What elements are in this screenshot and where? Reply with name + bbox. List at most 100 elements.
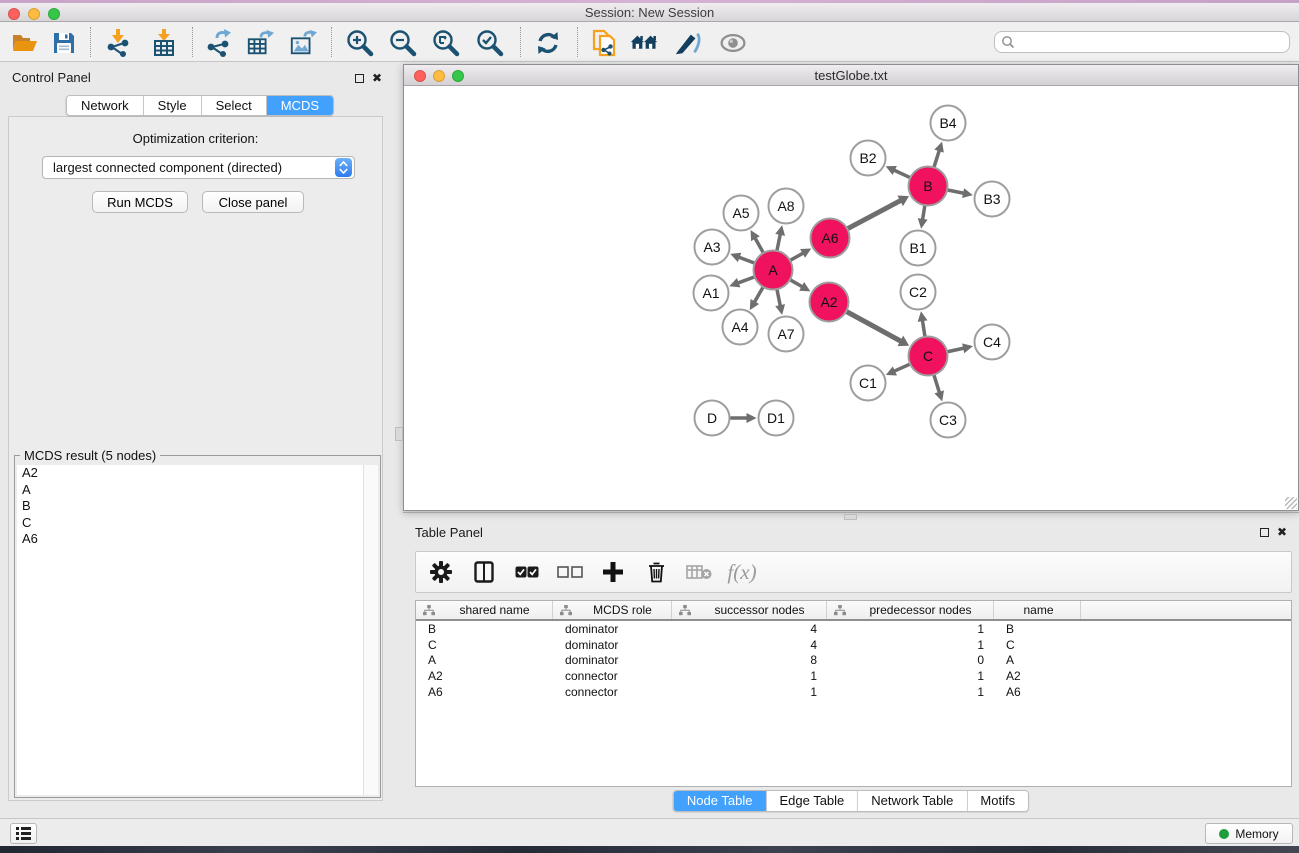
window-resize-handle[interactable]: [1285, 497, 1297, 509]
task-history-button[interactable]: [10, 823, 37, 844]
mcds-result-item[interactable]: A: [17, 482, 363, 499]
cell-shared-name[interactable]: A: [416, 653, 553, 667]
horizontal-split-handle[interactable]: [844, 514, 857, 520]
edge-C-C3[interactable]: [933, 373, 940, 394]
network-window-titlebar[interactable]: testGlobe.txt: [404, 65, 1298, 86]
export-network-icon[interactable]: [204, 29, 232, 57]
column-header-shared-name[interactable]: shared name: [416, 601, 553, 619]
cell-successor-nodes[interactable]: 8: [672, 653, 827, 667]
table-row[interactable]: Cdominator41C: [416, 637, 1291, 653]
graph-node-C4[interactable]: C4: [975, 325, 1010, 360]
cell-shared-name[interactable]: A2: [416, 669, 553, 683]
cell-predecessor-nodes[interactable]: 1: [827, 669, 994, 683]
open-file-icon[interactable]: [10, 29, 38, 57]
mcds-result-item[interactable]: A2: [17, 465, 363, 482]
tab-node-table[interactable]: Node Table: [674, 791, 767, 811]
tab-edge-table[interactable]: Edge Table: [766, 791, 858, 811]
edge-A-A3[interactable]: [738, 257, 757, 264]
edge-B-B4[interactable]: [933, 149, 939, 169]
export-table-icon[interactable]: [246, 29, 274, 57]
edge-B-B3[interactable]: [945, 189, 965, 193]
mcds-result-scrollbar[interactable]: [363, 465, 378, 795]
graph-node-B3[interactable]: B3: [975, 182, 1010, 217]
graph-node-C2[interactable]: C2: [901, 275, 936, 310]
cell-name[interactable]: A6: [994, 685, 1081, 699]
cell-shared-name[interactable]: B: [416, 622, 553, 636]
close-table-panel-icon[interactable]: ✖: [1277, 526, 1287, 538]
column-header-mcds-role[interactable]: MCDS role: [553, 601, 672, 619]
new-network-from-selection-icon[interactable]: [591, 29, 619, 57]
graph-node-C1[interactable]: C1: [851, 366, 886, 401]
graph-node-C[interactable]: C: [909, 337, 948, 376]
float-panel-icon[interactable]: [355, 74, 364, 83]
edge-C-C4[interactable]: [945, 348, 965, 352]
network-canvas[interactable]: B4B2BB3A8A5A6A3B1AA1C2A2A4A7C4CC1DD1C3: [405, 87, 1297, 510]
cell-successor-nodes[interactable]: 1: [672, 669, 827, 683]
network-zoom-button[interactable]: [452, 70, 464, 82]
edge-A6-B[interactable]: [845, 200, 901, 230]
search-field[interactable]: [994, 31, 1290, 53]
show-graphics-details-icon[interactable]: [719, 29, 747, 57]
tab-network-table[interactable]: Network Table: [858, 791, 967, 811]
cell-predecessor-nodes[interactable]: 1: [827, 638, 994, 652]
edge-B-B2[interactable]: [893, 170, 912, 179]
import-table-icon[interactable]: [150, 29, 178, 57]
cell-mcds-role[interactable]: dominator: [553, 653, 672, 667]
criterion-dropdown[interactable]: largest connected component (directed): [42, 156, 355, 179]
vertical-split-handle[interactable]: [395, 427, 403, 441]
tab-style[interactable]: Style: [144, 96, 202, 115]
table-row[interactable]: A6connector11A6: [416, 684, 1291, 700]
function-builder-icon[interactable]: f(x): [729, 559, 755, 585]
cell-predecessor-nodes[interactable]: 1: [827, 685, 994, 699]
edge-A-A5[interactable]: [754, 237, 764, 255]
graph-node-A8[interactable]: A8: [769, 189, 804, 224]
network-close-button[interactable]: [414, 70, 426, 82]
graph-node-B1[interactable]: B1: [901, 231, 936, 266]
cell-name[interactable]: A2: [994, 669, 1081, 683]
zoom-selected-icon[interactable]: [476, 29, 504, 57]
graph-node-A3[interactable]: A3: [695, 230, 730, 265]
cell-mcds-role[interactable]: connector: [553, 669, 672, 683]
close-window-button[interactable]: [8, 8, 20, 20]
graph-node-B2[interactable]: B2: [851, 141, 886, 176]
run-mcds-button[interactable]: Run MCDS: [92, 191, 188, 213]
cell-name[interactable]: A: [994, 653, 1081, 667]
close-panel-icon[interactable]: ✖: [372, 72, 382, 84]
cell-shared-name[interactable]: C: [416, 638, 553, 652]
cell-name[interactable]: C: [994, 638, 1081, 652]
mcds-result-list[interactable]: A2ABCA6: [17, 465, 363, 795]
graph-node-A[interactable]: A: [754, 251, 793, 290]
column-header-successor-nodes[interactable]: successor nodes: [672, 601, 827, 619]
table-row[interactable]: A2connector11A2: [416, 668, 1291, 684]
edge-C-C1[interactable]: [893, 363, 912, 372]
cell-mcds-role[interactable]: dominator: [553, 622, 672, 636]
cell-mcds-role[interactable]: dominator: [553, 638, 672, 652]
edge-A2-C[interactable]: [844, 310, 902, 341]
graph-node-D[interactable]: D: [695, 401, 730, 436]
cell-predecessor-nodes[interactable]: 0: [827, 653, 994, 667]
edge-A-A1[interactable]: [737, 276, 757, 283]
mcds-result-item[interactable]: B: [17, 498, 363, 515]
network-minimize-button[interactable]: [433, 70, 445, 82]
tab-select[interactable]: Select: [202, 96, 267, 115]
graph-node-A6[interactable]: A6: [811, 219, 850, 258]
graph-node-D1[interactable]: D1: [759, 401, 794, 436]
cell-name[interactable]: B: [994, 622, 1081, 636]
table-mode-gear-icon[interactable]: [428, 559, 454, 585]
cell-successor-nodes[interactable]: 4: [672, 638, 827, 652]
graph-node-B4[interactable]: B4: [931, 106, 966, 141]
mcds-result-item[interactable]: C: [17, 515, 363, 532]
zoom-out-icon[interactable]: [389, 29, 417, 57]
graph-node-A2[interactable]: A2: [810, 283, 849, 322]
cell-successor-nodes[interactable]: 1: [672, 685, 827, 699]
cell-mcds-role[interactable]: connector: [553, 685, 672, 699]
mcds-result-item[interactable]: A6: [17, 531, 363, 548]
hide-annotations-icon[interactable]: [674, 29, 702, 57]
tab-network[interactable]: Network: [67, 96, 144, 115]
column-header-name[interactable]: name: [994, 601, 1081, 619]
table-row[interactable]: Adominator80A: [416, 653, 1291, 669]
cell-successor-nodes[interactable]: 4: [672, 622, 827, 636]
memory-button[interactable]: Memory: [1205, 823, 1293, 844]
graph-node-A1[interactable]: A1: [694, 276, 729, 311]
graph-node-A5[interactable]: A5: [724, 196, 759, 231]
